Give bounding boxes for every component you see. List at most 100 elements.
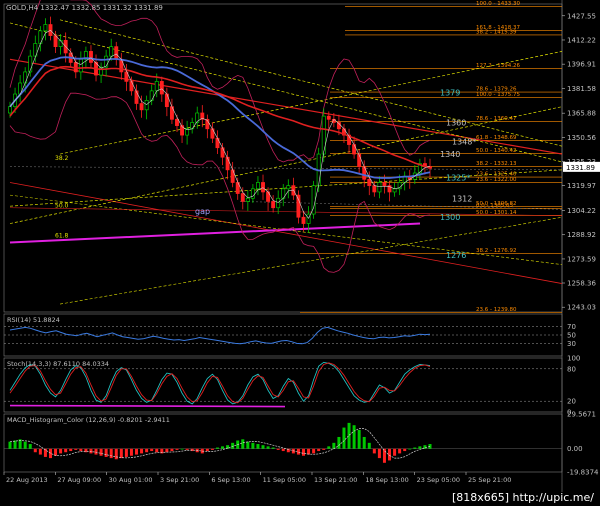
- macd-bar: [79, 448, 83, 452]
- symbol-header: GOLD,H4 1332.47 1332.85 1331.32 1331.89: [6, 4, 163, 12]
- macd-bar: [124, 448, 128, 457]
- fib-label: 100.0 - 1375.75: [476, 92, 520, 98]
- price-tick-label: 1396.91: [567, 61, 596, 69]
- price-tick-label: 1412.22: [567, 36, 596, 44]
- level-label: 1379: [440, 88, 460, 97]
- price-tick-label: 1304.22: [567, 207, 596, 215]
- macd-bar: [104, 448, 108, 457]
- candles: [8, 16, 432, 234]
- macd-bar: [256, 444, 260, 449]
- macd-bar: [413, 447, 417, 449]
- candle-body: [240, 193, 245, 202]
- annotation-label: gap: [195, 207, 210, 216]
- macd-bar: [281, 448, 285, 452]
- candle-body: [296, 194, 301, 218]
- macd-bar: [28, 444, 32, 449]
- bollinger-bands: [9, 0, 431, 273]
- fib-label: 50.0 - 1306.82: [476, 201, 516, 207]
- macd-bar: [205, 448, 209, 452]
- macd-bar: [135, 448, 139, 455]
- trendline: [9, 222, 421, 244]
- macd-bar: [266, 446, 270, 449]
- stoch-tick-label: 20: [567, 398, 576, 406]
- candle-body: [154, 81, 159, 92]
- chart-canvas: 100.0 - 1433.30161.8 - 1418.3738.2 - 141…: [3, 0, 600, 492]
- time-tick-label: 3 Sep 21:00: [160, 476, 199, 484]
- annotation-label: 38.2: [55, 155, 69, 162]
- macd-bar: [393, 448, 397, 456]
- candle-body: [377, 182, 382, 193]
- macd-bar: [64, 448, 68, 453]
- macd-bar: [372, 448, 376, 454]
- stoch-title: Stoch(14,3,3) 87.6110 84.0334: [7, 360, 109, 368]
- macd-bar: [129, 448, 133, 456]
- macd-bar: [327, 446, 331, 449]
- macd-bar: [59, 448, 63, 454]
- stoch-tick-label: 80: [567, 365, 576, 373]
- candle-body: [89, 51, 93, 63]
- level-label: 1300: [440, 213, 460, 222]
- time-tick-label: 18 Sep 13:00: [365, 476, 408, 484]
- fib-label: 78.6 - 1360.47: [476, 116, 517, 122]
- time-tick-label: 6 Sep 13:00: [211, 476, 250, 484]
- time-tick-label: 27 Aug 09:00: [57, 476, 101, 484]
- macd-bar: [357, 429, 361, 449]
- candle-body: [261, 182, 265, 193]
- candle-body: [139, 103, 144, 111]
- fib-label: 23.6 - 1322.00: [476, 177, 517, 183]
- macd-bar: [185, 448, 189, 450]
- stoch-main-line: [9, 361, 431, 405]
- macd-bar: [140, 448, 144, 454]
- macd-bar: [342, 427, 346, 449]
- macd-bar: [241, 439, 245, 449]
- macd-bar: [362, 436, 366, 449]
- candle-body: [326, 115, 331, 120]
- macd-bar: [398, 448, 402, 454]
- macd-bar: [38, 448, 42, 455]
- candle-body: [357, 153, 362, 168]
- macd-bar: [114, 448, 118, 460]
- candle-body: [78, 58, 83, 73]
- macd-bar: [89, 448, 93, 454]
- candle-body: [210, 128, 215, 139]
- current-price-label: 1331.89: [566, 164, 595, 172]
- candle-body: [220, 147, 225, 158]
- macd-bar: [251, 442, 255, 449]
- time-tick-label: 11 Sep 05:00: [263, 476, 306, 484]
- macd-bar: [352, 425, 356, 449]
- macd-bar: [317, 448, 321, 452]
- time-tick-label: 23 Sep 05:00: [417, 476, 460, 484]
- candle-body: [109, 46, 114, 57]
- candle-body: [8, 106, 12, 114]
- price-tick-label: 1258.36: [567, 280, 596, 288]
- candle-body: [159, 81, 164, 95]
- time-tick-label: 25 Sep 21:00: [468, 476, 511, 484]
- macd-bar: [367, 442, 371, 449]
- rsi-tick-label: 70: [567, 323, 576, 331]
- macd-bar: [145, 448, 149, 453]
- macd-bar: [231, 442, 235, 449]
- candle-body: [23, 71, 28, 84]
- candle-body: [271, 201, 276, 209]
- price-tick-label: 1319.97: [567, 182, 596, 190]
- candle-body: [382, 182, 387, 186]
- macd-bar: [312, 448, 316, 454]
- rsi-line: [9, 326, 431, 345]
- time-tick-label: 13 Sep 21:00: [314, 476, 357, 484]
- candle-body: [215, 137, 220, 149]
- candle-body: [43, 24, 48, 32]
- candle-body: [53, 35, 58, 47]
- time-tick-label: 30 Aug 01:00: [109, 476, 153, 484]
- price-tick-label: 1288.92: [567, 231, 596, 239]
- macd-bar: [155, 448, 159, 453]
- level-label: 1312: [452, 194, 472, 203]
- trendline: [9, 182, 563, 284]
- candle-body: [245, 197, 250, 202]
- macd-bar: [175, 448, 179, 450]
- fib-label: 100.0 - 1433.30: [476, 1, 520, 7]
- chart-window: 100.0 - 1433.30 161.8 - 1418.37 38.2 - 141…: [0, 0, 600, 506]
- time-tick-label: 22 Aug 2013: [6, 476, 48, 484]
- candle-body: [276, 197, 281, 209]
- macd-bar: [388, 448, 392, 461]
- watermark: [818x665] http://upic.me/: [451, 491, 594, 504]
